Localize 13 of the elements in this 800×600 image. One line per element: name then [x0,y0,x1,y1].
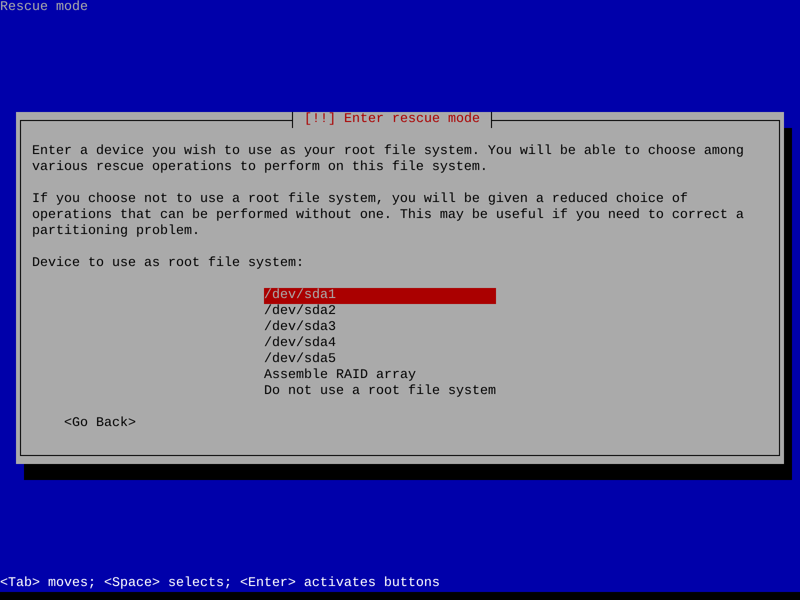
device-option[interactable]: /dev/sda2 [264,304,496,320]
dialog-text: If you choose not to use a root file system, you will be given a reduced choice of operations that can be performed without one. This may be useful if you need to correct a partitioning problem. [32,192,745,240]
device-option[interactable]: Assemble RAID array [264,368,496,384]
dialog-title: [!!] Enter rescue mode [292,112,492,128]
dialog-text: Enter a device you wish to use as your root file system. You will be able to choose among various rescue operations to perform on this file system. [32,144,745,176]
device-option[interactable]: Do not use a root file system [264,384,496,400]
prompt-label: Device to use as root file system: [32,256,304,272]
go-back-button[interactable]: <Go Back> [64,416,136,432]
key-help-text: <Tab> moves; <Space> selects; <Enter> activates buttons [0,576,440,592]
screen-title: Rescue mode [0,0,88,16]
device-option[interactable]: /dev/sda4 [264,336,496,352]
device-option[interactable]: /dev/sda3 [264,320,496,336]
device-option[interactable]: /dev/sda5 [264,352,496,368]
